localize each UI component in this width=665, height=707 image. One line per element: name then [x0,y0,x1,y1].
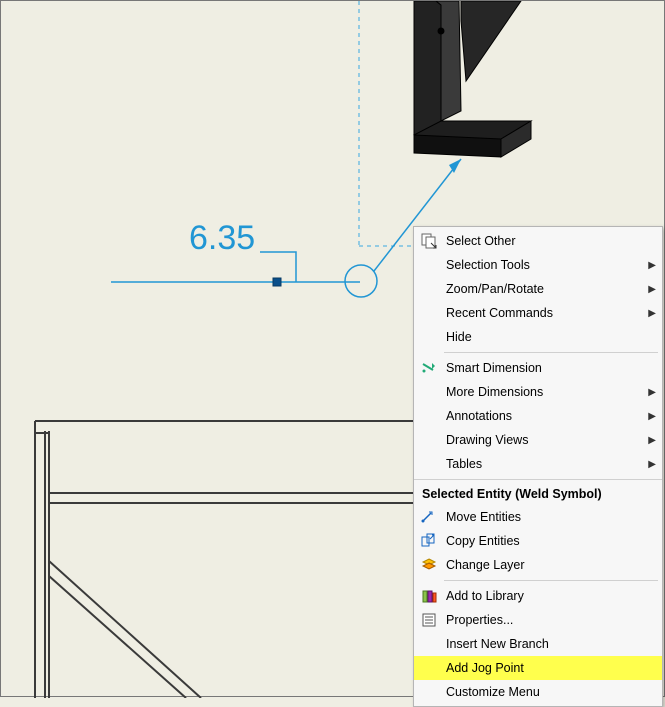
submenu-arrow-icon: ▶ [644,308,656,319]
menu-annotations[interactable]: Annotations ▶ [414,404,662,428]
menu-item-label: Copy Entities [440,534,644,548]
submenu-arrow-icon: ▶ [644,459,656,470]
menu-smart-dimension[interactable]: Smart Dimension [414,356,662,380]
smart-dimension-icon [418,359,440,377]
menu-item-label: Tables [440,457,644,471]
menu-item-label: Zoom/Pan/Rotate [440,282,644,296]
menu-change-layer[interactable]: Change Layer [414,553,662,577]
blank-icon [418,635,440,653]
submenu-arrow-icon: ▶ [644,260,656,271]
menu-item-label: Change Layer [440,558,644,572]
menu-item-label: Properties... [440,613,644,627]
menu-item-label: Annotations [440,409,644,423]
menu-item-label: Select Other [440,234,644,248]
menu-separator [444,352,658,353]
context-menu: Select Other Selection Tools ▶ Zoom/Pan/… [413,226,663,707]
blank-icon [418,383,440,401]
select-other-icon [418,232,440,250]
menu-move-entities[interactable]: Move Entities [414,505,662,529]
menu-item-label: Recent Commands [440,306,644,320]
menu-selection-tools[interactable]: Selection Tools ▶ [414,253,662,277]
blank-icon [418,683,440,701]
menu-recent-commands[interactable]: Recent Commands ▶ [414,301,662,325]
blank-icon [418,455,440,473]
move-entities-icon [418,508,440,526]
menu-customize-menu[interactable]: Customize Menu [414,680,662,704]
submenu-arrow-icon: ▶ [644,387,656,398]
menu-item-label: Hide [440,330,644,344]
menu-insert-new-branch[interactable]: Insert New Branch [414,632,662,656]
menu-tables[interactable]: Tables ▶ [414,452,662,476]
submenu-arrow-icon: ▶ [644,284,656,295]
menu-item-label: Insert New Branch [440,637,644,651]
blank-icon [418,328,440,346]
menu-item-label: Move Entities [440,510,644,524]
menu-drawing-views[interactable]: Drawing Views ▶ [414,428,662,452]
submenu-arrow-icon: ▶ [644,411,656,422]
menu-section-title: Selected Entity (Weld Symbol) [414,483,662,505]
menu-item-label: Add Jog Point [440,661,644,675]
blank-icon [418,407,440,425]
menu-separator [414,479,662,480]
menu-properties[interactable]: Properties... [414,608,662,632]
blank-icon [418,659,440,677]
menu-add-to-library[interactable]: Add to Library [414,584,662,608]
menu-item-label: Drawing Views [440,433,644,447]
menu-select-other[interactable]: Select Other [414,229,662,253]
menu-item-label: More Dimensions [440,385,644,399]
menu-more-dimensions[interactable]: More Dimensions ▶ [414,380,662,404]
blank-icon [418,304,440,322]
menu-item-label: Smart Dimension [440,361,644,375]
menu-copy-entities[interactable]: Copy Entities [414,529,662,553]
dimension-value[interactable]: 6.35 [189,219,255,258]
menu-item-label: Add to Library [440,589,644,603]
change-layer-icon [418,556,440,574]
copy-entities-icon [418,532,440,550]
blank-icon [418,431,440,449]
menu-add-jog-point[interactable]: Add Jog Point [414,656,662,680]
blank-icon [418,256,440,274]
menu-item-label: Selection Tools [440,258,644,272]
properties-icon [418,611,440,629]
submenu-arrow-icon: ▶ [644,435,656,446]
menu-separator [444,580,658,581]
menu-zoom-pan-rotate[interactable]: Zoom/Pan/Rotate ▶ [414,277,662,301]
menu-hide[interactable]: Hide [414,325,662,349]
blank-icon [418,280,440,298]
add-to-library-icon [418,587,440,605]
